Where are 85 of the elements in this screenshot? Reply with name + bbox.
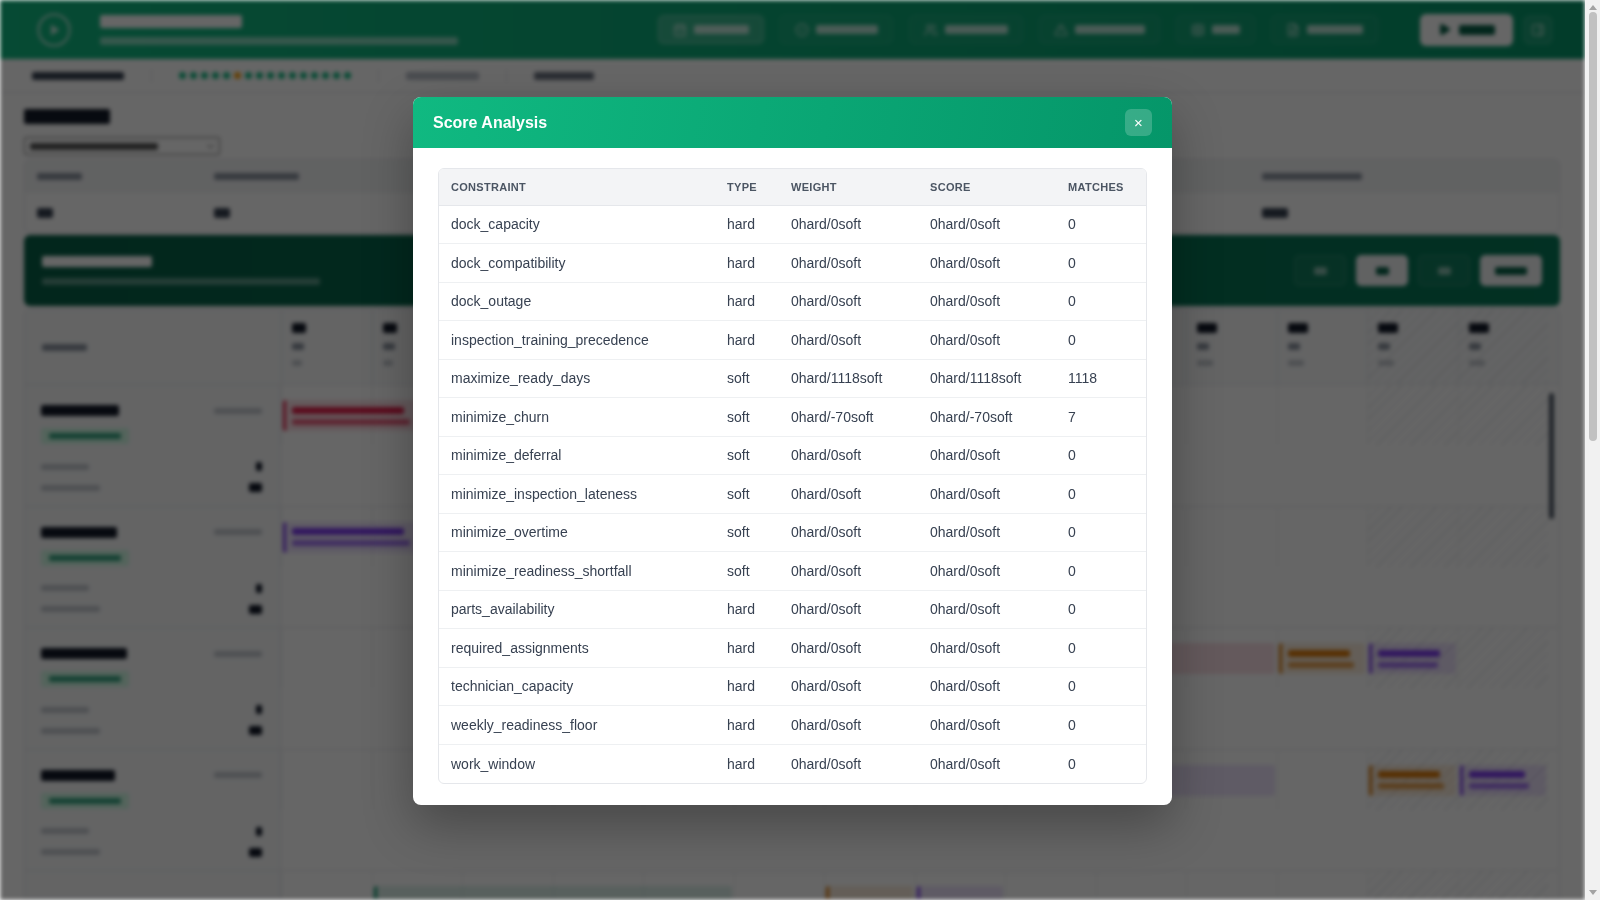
table-cell: 0: [1056, 436, 1146, 475]
table-cell: hard: [715, 243, 779, 282]
table-cell: 0: [1056, 282, 1146, 321]
table-cell: parts_availability: [439, 590, 715, 629]
table-cell: weekly_readiness_floor: [439, 705, 715, 744]
table-cell: 0hard/0soft: [918, 436, 1056, 475]
table-cell: hard: [715, 744, 779, 783]
table-cell: 0hard/0soft: [779, 320, 918, 359]
column-header: SCORE: [918, 169, 1056, 205]
table-cell: hard: [715, 628, 779, 667]
table-cell: 0: [1056, 628, 1146, 667]
table-cell: 0: [1056, 320, 1146, 359]
table-cell: hard: [715, 705, 779, 744]
column-header: TYPE: [715, 169, 779, 205]
table-cell: 0hard/0soft: [779, 628, 918, 667]
table-cell: 0: [1056, 551, 1146, 590]
table-cell: 0hard/0soft: [779, 513, 918, 552]
table-cell: hard: [715, 667, 779, 706]
table-cell: dock_compatibility: [439, 243, 715, 282]
table-cell: minimize_deferral: [439, 436, 715, 475]
table-cell: soft: [715, 513, 779, 552]
table-cell: 0hard/0soft: [918, 243, 1056, 282]
table-cell: hard: [715, 282, 779, 321]
table-cell: technician_capacity: [439, 667, 715, 706]
close-button[interactable]: ×: [1125, 109, 1152, 136]
table-cell: required_assignments: [439, 628, 715, 667]
table-cell: 0hard/0soft: [779, 667, 918, 706]
table-cell: 0: [1056, 243, 1146, 282]
scrollbar-thumb[interactable]: [1588, 12, 1597, 441]
table-cell: minimize_churn: [439, 397, 715, 436]
table-cell: minimize_overtime: [439, 513, 715, 552]
table-cell: 0hard/0soft: [918, 628, 1056, 667]
table-cell: dock_outage: [439, 282, 715, 321]
table-cell: 1118: [1056, 359, 1146, 398]
table-cell: 7: [1056, 397, 1146, 436]
table-cell: work_window: [439, 744, 715, 783]
table-cell: 0hard/0soft: [779, 705, 918, 744]
table-cell: 0hard/0soft: [918, 744, 1056, 783]
table-cell: 0: [1056, 513, 1146, 552]
table-cell: 0hard/0soft: [779, 436, 918, 475]
table-cell: 0hard/1118soft: [779, 359, 918, 398]
arrow-down-icon[interactable]: [1588, 890, 1597, 895]
table-cell: 0hard/0soft: [918, 705, 1056, 744]
column-header: CONSTRAINT: [439, 169, 715, 205]
table-cell: soft: [715, 359, 779, 398]
table-cell: 0: [1056, 705, 1146, 744]
table-cell: 0hard/1118soft: [918, 359, 1056, 398]
table-cell: 0hard/0soft: [918, 551, 1056, 590]
table-cell: 0hard/0soft: [918, 474, 1056, 513]
table-cell: minimize_readiness_shortfall: [439, 551, 715, 590]
table-cell: 0hard/0soft: [779, 551, 918, 590]
table-cell: 0hard/0soft: [779, 243, 918, 282]
table-cell: inspection_training_precedence: [439, 320, 715, 359]
table-cell: 0: [1056, 667, 1146, 706]
table-cell: 0hard/0soft: [918, 320, 1056, 359]
table-cell: 0: [1056, 744, 1146, 783]
table-cell: 0hard/0soft: [918, 513, 1056, 552]
table-cell: hard: [715, 205, 779, 244]
dialog-title: Score Analysis: [433, 113, 548, 132]
table-cell: 0hard/-70soft: [779, 397, 918, 436]
table-cell: 0hard/0soft: [779, 282, 918, 321]
table-cell: dock_capacity: [439, 205, 715, 244]
table-cell: 0: [1056, 205, 1146, 244]
table-cell: 0hard/0soft: [779, 590, 918, 629]
table-cell: 0hard/0soft: [918, 205, 1056, 244]
table-cell: 0: [1056, 590, 1146, 629]
table-cell: soft: [715, 551, 779, 590]
table-cell: minimize_inspection_lateness: [439, 474, 715, 513]
table-cell: maximize_ready_days: [439, 359, 715, 398]
table-cell: 0hard/-70soft: [918, 397, 1056, 436]
table-cell: hard: [715, 320, 779, 359]
table-cell: soft: [715, 436, 779, 475]
table-cell: 0hard/0soft: [918, 282, 1056, 321]
arrow-up-icon[interactable]: [1588, 5, 1597, 10]
table-cell: 0hard/0soft: [779, 744, 918, 783]
table-cell: hard: [715, 590, 779, 629]
table-cell: soft: [715, 474, 779, 513]
table-cell: 0hard/0soft: [918, 590, 1056, 629]
table-cell: 0hard/0soft: [779, 474, 918, 513]
table-cell: 0hard/0soft: [779, 205, 918, 244]
table-cell: soft: [715, 397, 779, 436]
column-header: MATCHES: [1056, 169, 1146, 205]
table-cell: 0hard/0soft: [918, 667, 1056, 706]
table-cell: 0: [1056, 474, 1146, 513]
column-header: WEIGHT: [779, 169, 918, 205]
